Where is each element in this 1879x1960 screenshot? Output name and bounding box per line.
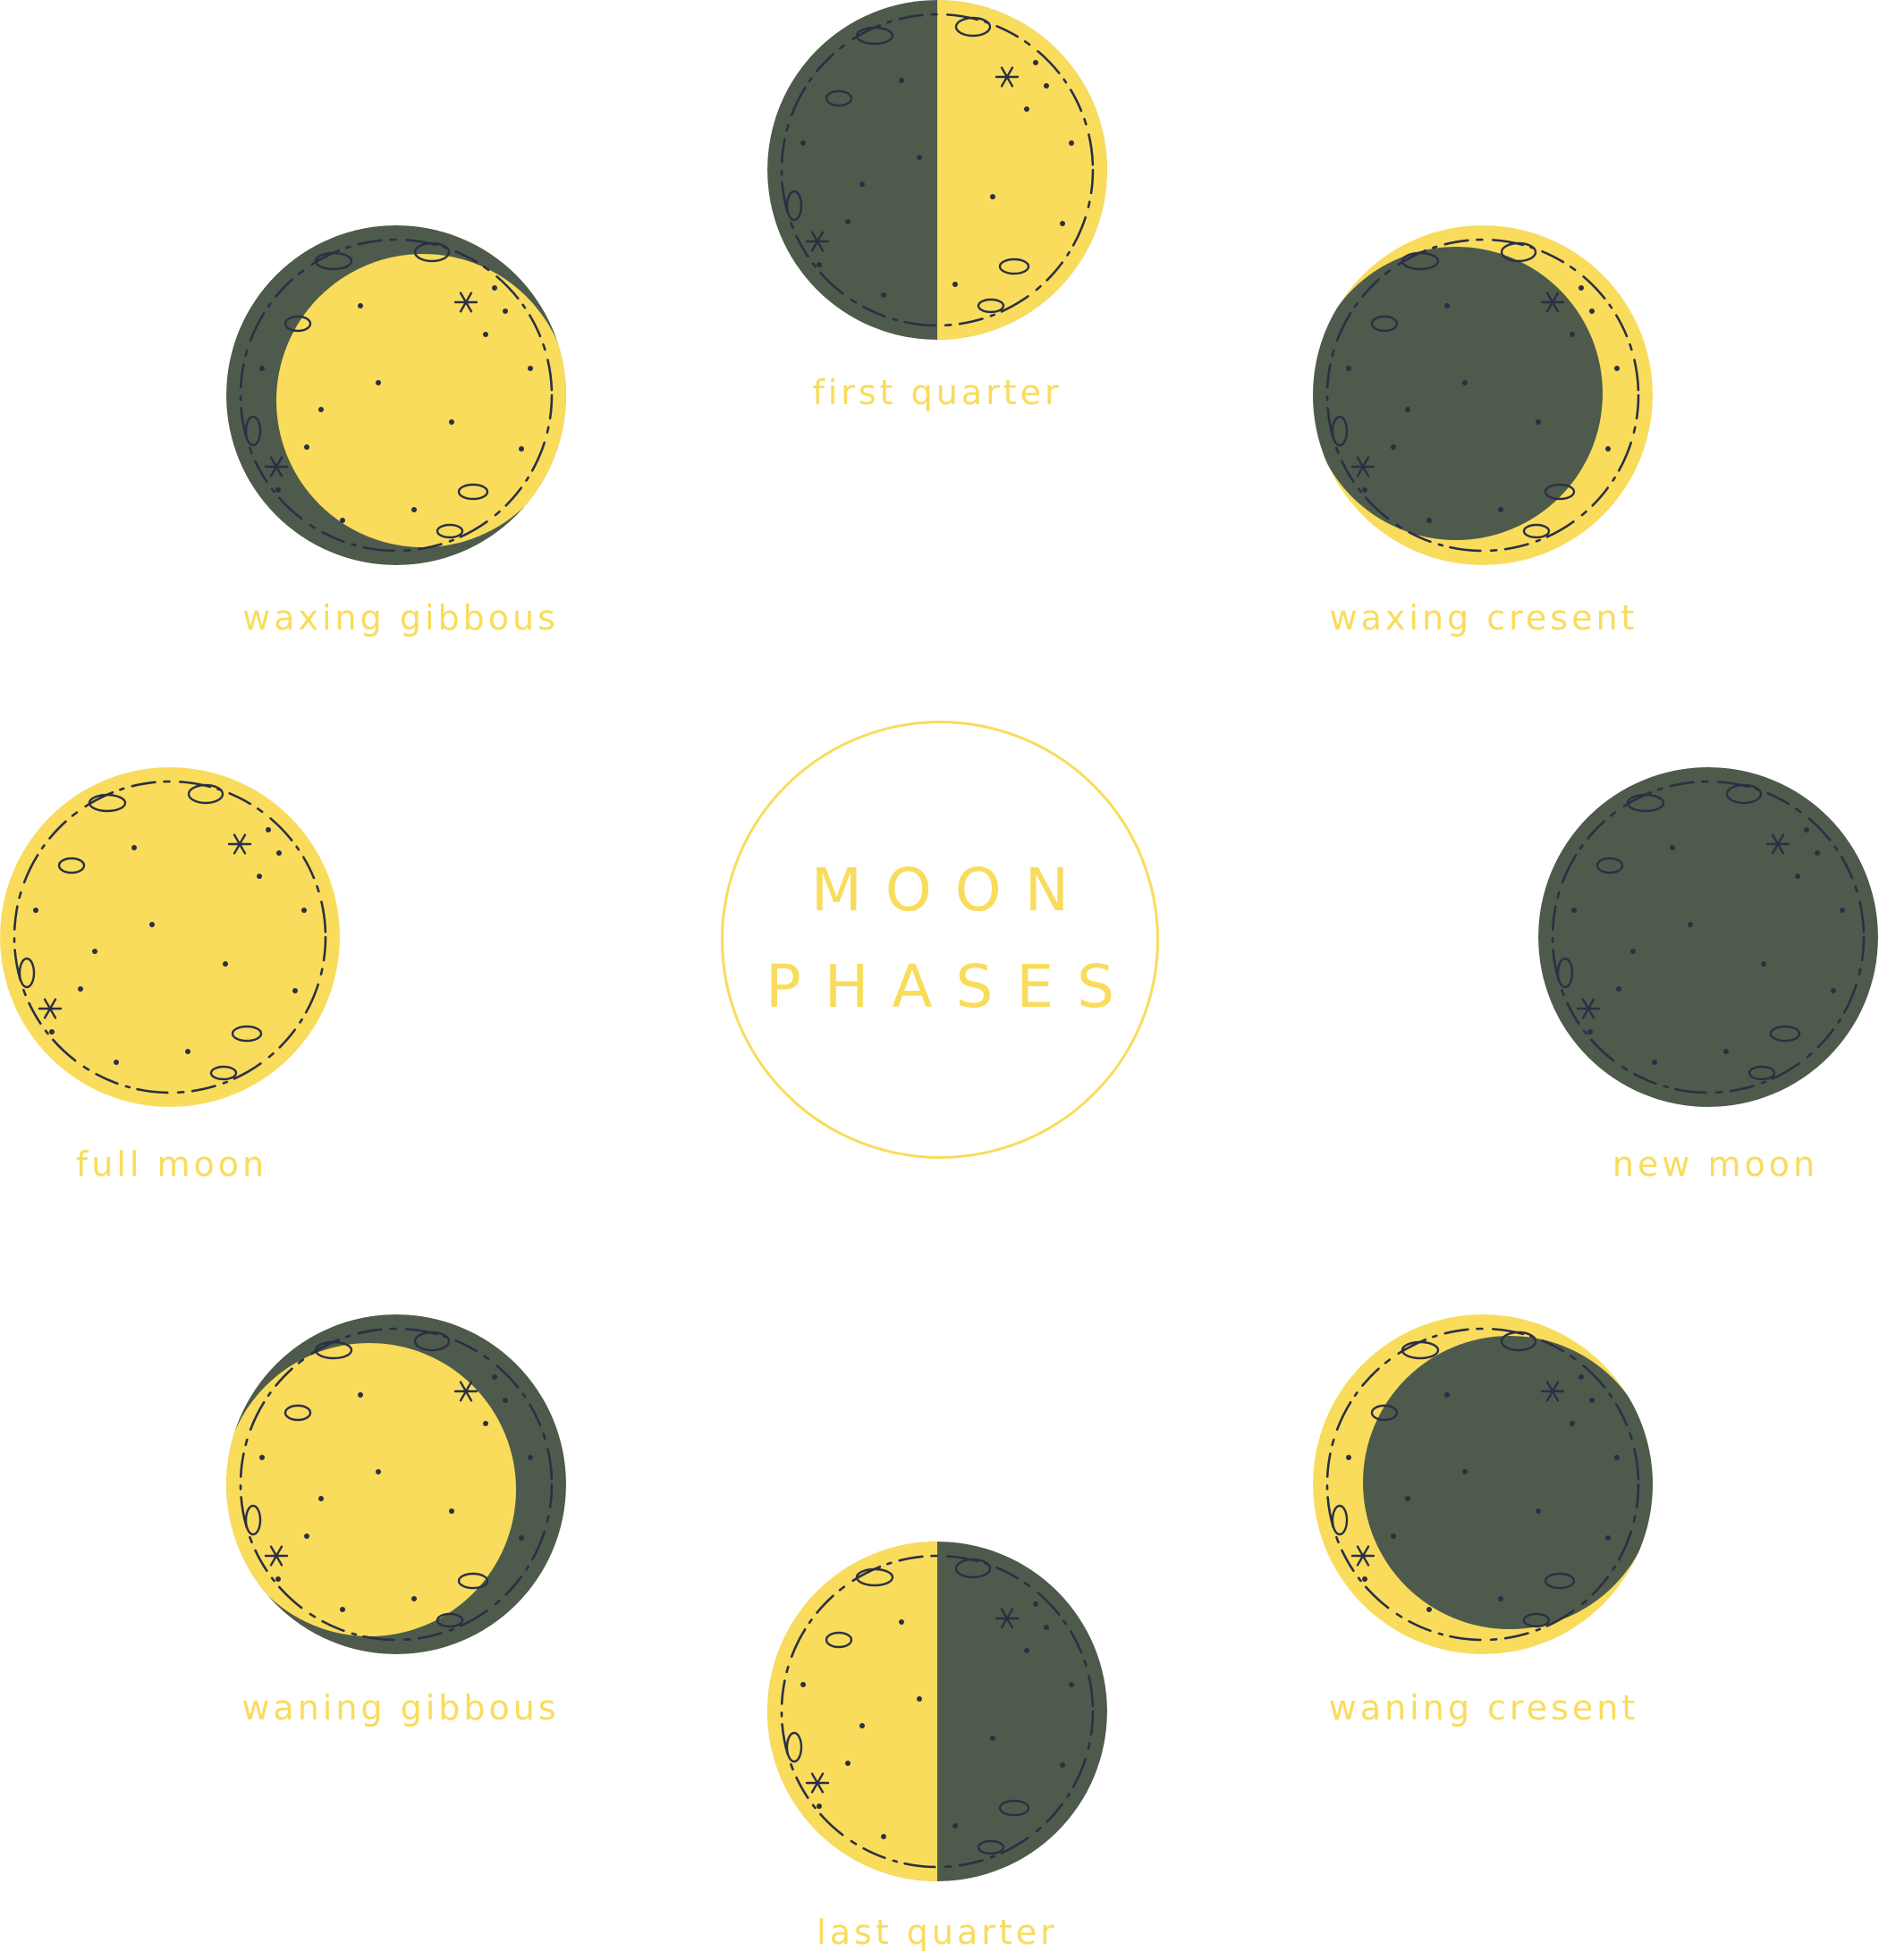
- new-moon-icon: [1538, 767, 1878, 1107]
- last-quarter-moon-icon: [767, 1542, 1107, 1881]
- full-moon-icon: [0, 767, 340, 1107]
- label-waxing-crescent: waxing cresent: [1329, 598, 1638, 638]
- label-waxing-gibbous: waxing gibbous: [242, 598, 559, 638]
- title-line-2: PHASES: [765, 952, 1138, 1021]
- first-quarter-moon-icon: [767, 0, 1107, 340]
- label-waning-crescent: waning cresent: [1328, 1688, 1639, 1728]
- title-line-1: MOON: [810, 856, 1093, 925]
- waxing-gibbous-moon-icon: [226, 225, 566, 565]
- waning-crescent-moon-icon: [1313, 1314, 1653, 1654]
- moon-phases-diagram: MOON PHASES first quarter waxing cresent…: [0, 0, 1879, 1960]
- waning-gibbous-moon-icon: [226, 1314, 566, 1654]
- label-first-quarter: first quarter: [812, 373, 1062, 412]
- title-ring: [721, 721, 1159, 1159]
- label-waning-gibbous: waning gibbous: [241, 1688, 560, 1728]
- waxing-crescent-moon-icon: [1313, 225, 1653, 565]
- label-new-moon: new moon: [1612, 1145, 1819, 1184]
- label-full-moon: full moon: [75, 1145, 268, 1184]
- label-last-quarter: last quarter: [817, 1913, 1058, 1952]
